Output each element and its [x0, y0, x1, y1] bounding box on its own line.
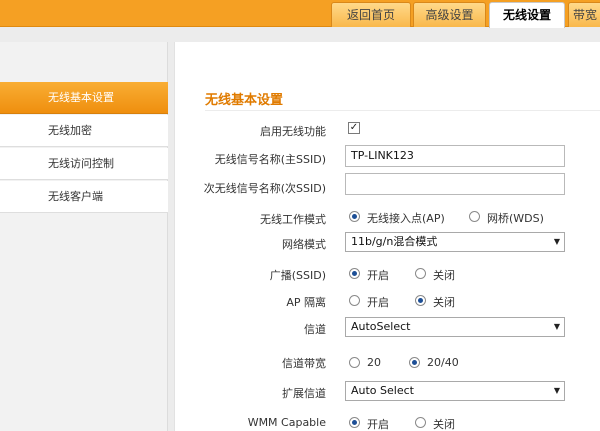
broadcast-off-radio[interactable]	[415, 268, 426, 279]
channel-select[interactable]: AutoSelect ▼	[345, 317, 565, 337]
sidebar-item-basic[interactable]: 无线基本设置	[0, 82, 168, 114]
ext-channel-label: 扩展信道	[282, 387, 326, 400]
ap-isolation-label: AP 隔离	[286, 296, 326, 309]
network-mode-value: 11b/g/n混合模式	[351, 235, 438, 248]
wireless-mode-label: 无线工作模式	[260, 213, 326, 226]
sidebar: 无线基本设置 无线加密 无线访问控制 无线客户端	[0, 42, 168, 431]
ssid-input[interactable]: TP-LINK123	[345, 145, 565, 167]
bandwidth-20-radio[interactable]	[349, 357, 360, 368]
main-content: 无线基本设置 启用无线功能 ✓ 无线信号名称(主SSID) TP-LINK123…	[174, 42, 600, 431]
ap-isolation-on-label: 开启	[367, 296, 389, 309]
ssid2-label: 次无线信号名称(次SSID)	[203, 182, 326, 195]
sidebar-item-access-control[interactable]: 无线访问控制	[0, 148, 168, 180]
broadcast-label: 广播(SSID)	[269, 269, 326, 282]
tab-home[interactable]: 返回首页	[331, 2, 411, 27]
chevron-down-icon: ▼	[553, 322, 560, 331]
divider	[205, 110, 600, 111]
ext-channel-value: Auto Select	[351, 384, 414, 397]
wmm-label: WMM Capable	[247, 416, 326, 429]
enable-wireless-label: 启用无线功能	[260, 125, 326, 138]
chevron-down-icon: ▼	[553, 237, 560, 246]
channel-value: AutoSelect	[351, 320, 411, 333]
header-gap	[0, 28, 600, 42]
bandwidth-2040-radio[interactable]	[409, 357, 420, 368]
top-nav-bar: 返回首页 高级设置 无线设置 带宽	[0, 0, 600, 28]
ssid2-input[interactable]	[345, 173, 565, 195]
wmm-on-radio[interactable]	[349, 417, 360, 428]
mode-wds-label: 网桥(WDS)	[487, 212, 544, 225]
broadcast-on-radio[interactable]	[349, 268, 360, 279]
network-mode-label: 网络模式	[282, 238, 326, 251]
ssid-label: 无线信号名称(主SSID)	[214, 153, 326, 166]
ap-isolation-on-radio[interactable]	[349, 295, 360, 306]
tab-advanced[interactable]: 高级设置	[413, 2, 486, 27]
chevron-down-icon: ▼	[553, 386, 560, 395]
wmm-on-label: 开启	[367, 418, 389, 431]
tab-bandwidth[interactable]: 带宽	[568, 2, 600, 27]
bandwidth-20-label: 20	[367, 356, 381, 369]
enable-wireless-checkbox[interactable]: ✓	[348, 122, 360, 134]
sidebar-item-encryption[interactable]: 无线加密	[0, 115, 168, 147]
page-title: 无线基本设置	[205, 93, 284, 108]
broadcast-off-label: 关闭	[433, 269, 455, 282]
wmm-off-radio[interactable]	[415, 417, 426, 428]
bandwidth-label: 信道带宽	[282, 357, 326, 370]
mode-ap-label: 无线接入点(AP)	[367, 212, 445, 225]
wmm-off-label: 关闭	[433, 418, 455, 431]
bandwidth-2040-label: 20/40	[427, 356, 459, 369]
tab-wireless[interactable]: 无线设置	[489, 2, 565, 28]
sidebar-item-clients[interactable]: 无线客户端	[0, 181, 168, 213]
ap-isolation-off-radio[interactable]	[415, 295, 426, 306]
mode-wds-radio[interactable]	[469, 211, 480, 222]
mode-ap-radio[interactable]	[349, 211, 360, 222]
ap-isolation-off-label: 关闭	[433, 296, 455, 309]
broadcast-on-label: 开启	[367, 269, 389, 282]
network-mode-select[interactable]: 11b/g/n混合模式 ▼	[345, 232, 565, 252]
ext-channel-select[interactable]: Auto Select ▼	[345, 381, 565, 401]
channel-label: 信道	[304, 323, 326, 336]
